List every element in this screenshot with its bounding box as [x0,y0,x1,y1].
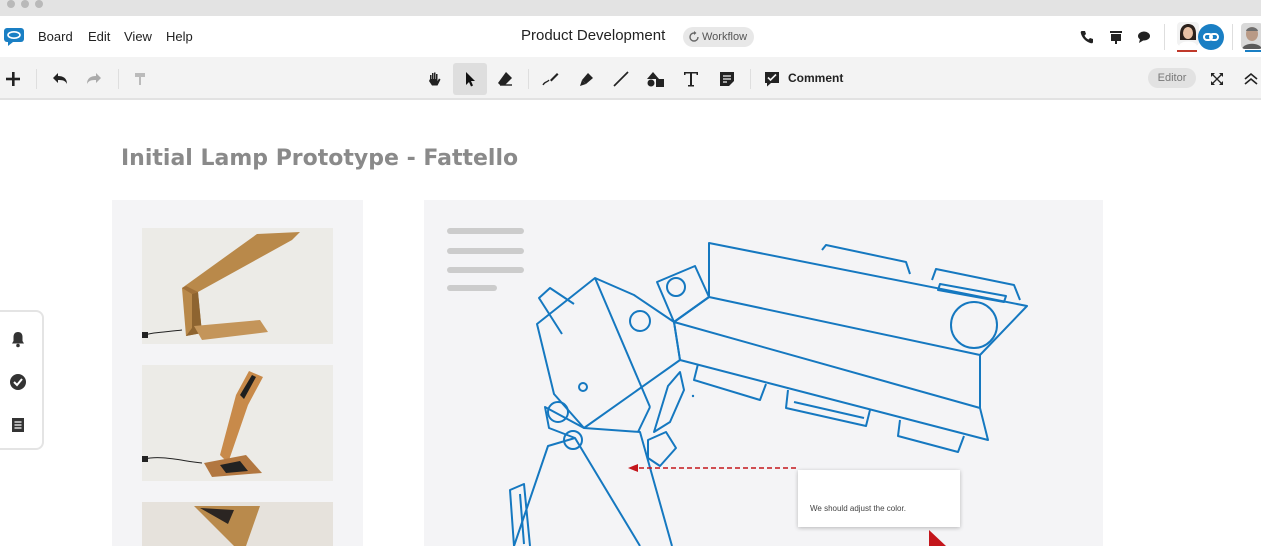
phone-icon[interactable] [1079,29,1095,45]
lamp-photo-1[interactable] [142,228,333,344]
collapse-toolbar-button[interactable] [1234,63,1261,95]
avatar-portrait [1177,22,1199,46]
comment-text: We should adjust the color. [810,504,906,513]
redo-icon [87,73,101,84]
lamp-photo-3[interactable] [142,502,333,546]
lamp-sketch-drawing [447,228,1028,546]
pen-tool-button[interactable] [534,63,568,95]
list-icon[interactable] [9,416,27,434]
pen-icon [542,73,559,86]
toolbar: Comment Editor [0,57,1261,100]
redo-button[interactable] [77,63,111,95]
line-icon [613,71,629,87]
shape-tool-button[interactable] [639,63,673,95]
undo-button[interactable] [43,63,77,95]
select-tool-button[interactable] [453,63,487,95]
fullscreen-button[interactable] [1200,63,1234,95]
format-painter-icon [135,73,145,85]
chat-icon[interactable] [1137,29,1153,45]
app-logo-icon[interactable] [3,27,25,47]
workflow-label: Workflow [702,31,748,43]
menubar: Board Edit View Help Product Development… [0,16,1261,57]
eraser-tool-button[interactable] [488,63,522,95]
text-icon [684,72,698,87]
window-titlebar [0,0,1261,16]
format-painter-button[interactable] [123,63,157,95]
divider [528,69,529,89]
add-button[interactable] [0,63,30,95]
window-minimize-dot[interactable] [21,0,29,8]
avatar-portrait [1241,23,1261,49]
divider [1164,24,1165,50]
divider [1232,24,1233,50]
lamp-photo-2[interactable] [142,365,333,481]
document-title[interactable]: Product Development [521,27,665,44]
lamp-photo-image [142,228,333,344]
pan-tool-button[interactable] [418,63,452,95]
presence-indicator [1177,50,1197,52]
bell-icon[interactable] [9,330,27,348]
share-link-icon [1203,33,1219,41]
workflow-badge[interactable]: Workflow [683,27,754,47]
menu-help[interactable]: Help [166,29,193,44]
divider [750,69,751,89]
text-tool-button[interactable] [674,63,708,95]
presentation-icon[interactable] [1108,29,1124,45]
divider [36,69,37,89]
presence-indicator [1245,50,1261,52]
pan-hand-icon [429,72,441,86]
menu-view[interactable]: View [124,29,152,44]
sketch-panel[interactable] [424,200,1103,546]
sticky-note-icon [720,72,734,86]
side-dock [0,310,44,450]
fullscreen-icon [1211,73,1223,85]
divider [118,69,119,89]
share-link-button[interactable] [1198,24,1224,50]
check-circle-icon[interactable] [9,373,27,391]
board-title[interactable]: Initial Lamp Prototype - Fattello [121,146,518,171]
lamp-photo-image [142,365,333,481]
editor-mode-badge[interactable]: Editor [1148,68,1196,88]
avatar-user-2[interactable] [1241,23,1261,49]
comment-icon [765,72,779,87]
lamp-photo-image [142,502,333,546]
menu-edit[interactable]: Edit [88,29,110,44]
highlighter-tool-button[interactable] [570,63,604,95]
window-close-dot[interactable] [7,0,15,8]
comment-label[interactable]: Comment [788,71,843,85]
chevron-double-up-icon [1244,72,1258,85]
comment-tool-button[interactable] [755,63,789,95]
undo-icon [53,73,67,84]
comment-note[interactable]: We should adjust the color. [798,470,960,527]
highlighter-icon [580,73,593,86]
menu-board[interactable]: Board [38,29,73,44]
select-pointer-icon [466,72,475,87]
workflow-cycle-icon [689,31,699,42]
shape-icon [647,72,664,87]
window-maximize-dot[interactable] [35,0,43,8]
avatar-user-1[interactable] [1177,22,1199,46]
sticky-note-tool-button[interactable] [710,63,744,95]
eraser-icon [498,72,512,86]
add-icon [6,72,20,86]
line-tool-button[interactable] [604,63,638,95]
